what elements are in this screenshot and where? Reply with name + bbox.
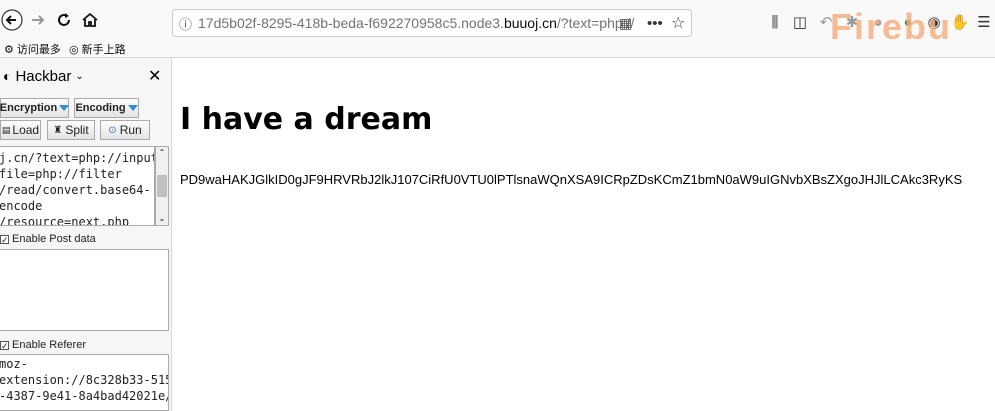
post-data-textarea[interactable] [0,249,169,331]
enable-referer-checkbox[interactable]: ✓ Enable Referer [0,339,86,351]
hackbar-title[interactable]: Hackbar [15,68,71,85]
reload-icon [58,13,70,26]
globe-icon: ◎ [69,43,79,56]
firefox-logo-icon: ◐ [3,68,12,84]
dropdown-arrow-icon [59,105,70,111]
back-button[interactable] [0,8,24,32]
scroll-thumb[interactable] [157,175,167,197]
menu-icon[interactable]: ☰ [974,10,994,34]
info-icon[interactable]: ⓘ [179,14,192,33]
encryption-dropdown[interactable]: Encryption [0,98,70,118]
gear-icon: ⚙ [4,43,14,56]
scroll-down-icon[interactable]: ⌄ [156,213,168,225]
browser-toolbar: ⓘ 17d5b02f-8295-418b-beda-f692270958c5.n… [0,0,995,47]
chevron-down-icon[interactable]: ⌄ [75,71,83,82]
sidebar-header: ◐ Hackbar ⌄ ✕ [0,58,172,94]
page-heading: I have a dream [180,102,433,137]
forward-arrow-icon [32,15,45,25]
forward-button[interactable] [26,8,50,32]
scroll-up-icon[interactable]: ⌃ [156,147,168,159]
back-arrow-icon [1,9,23,31]
dropdown-arrow-icon [127,105,138,111]
split-button[interactable]: ♜ Split [47,120,95,140]
run-icon: ⊙ [108,124,117,136]
enable-post-checkbox[interactable]: ✓ Enable Post data [0,233,96,245]
url-textarea[interactable]: j.cn/?text=php://input& file=php://filte… [0,146,155,226]
checkbox-check-icon: ✓ [0,234,9,245]
split-icon: ♜ [53,124,63,136]
close-icon[interactable]: ✕ [148,66,161,86]
url-text: 17d5b02f-8295-418b-beda-f692270958c5.nod… [198,15,635,31]
url-bar[interactable]: ⓘ 17d5b02f-8295-418b-beda-f692270958c5.n… [172,9,692,37]
load-icon: ▤ [1,124,11,135]
bookmark-star-icon[interactable]: ☆ [671,13,685,33]
gesture-icon[interactable]: ✋ [950,10,970,34]
encoded-output: PD9waHAKJGlkID0gJF9HRVRbJ2lkJ107CiRfU0VT… [180,172,963,187]
home-icon [82,12,98,27]
checkbox-check-icon: ✓ [0,340,9,351]
referer-textarea[interactable]: moz- extension://8c328b33-5156 -4387-9e4… [0,354,169,411]
bookmarks-bar: ⚙ 访问最多 ◎ 新手上路 [0,40,995,58]
home-button[interactable] [78,8,102,32]
url-textarea-scrollbar[interactable]: ⌃ ⌄ [155,146,169,226]
page-actions-icon[interactable]: ••• [647,15,663,32]
library-icon[interactable]: ⫼ [765,10,785,34]
encoding-dropdown[interactable]: Encoding [74,98,139,118]
sidebar-toggle-icon[interactable]: ◫ [790,10,810,34]
qr-code-icon[interactable]: ▦ [619,15,632,32]
reload-button[interactable] [52,8,76,32]
bookmark-item[interactable]: ◎ 新手上路 [69,41,126,57]
hackbar-sidebar: ◐ Hackbar ⌄ ✕ Encryption Encoding ▤ Load … [0,58,172,411]
run-button[interactable]: ⊙ Run [100,120,150,140]
load-button[interactable]: ▤ Load [0,120,41,140]
page-content: I have a dream PD9waHAKJGlkID0gJF9HRVRbJ… [172,58,995,411]
bookmark-item[interactable]: ⚙ 访问最多 [4,41,61,57]
